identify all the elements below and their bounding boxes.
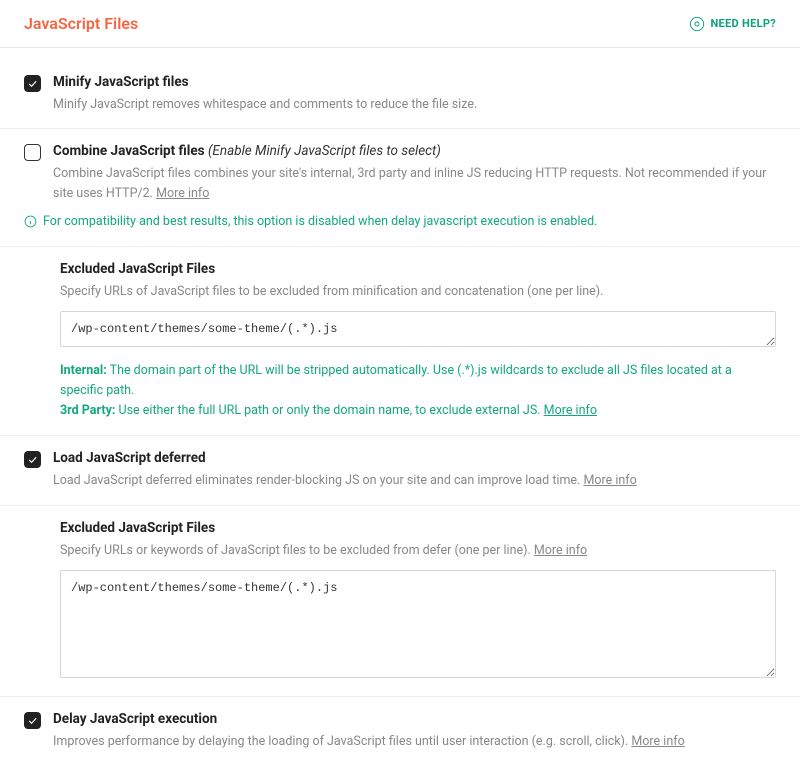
info-icon <box>24 215 37 228</box>
minify-js-title: Minify JavaScript files <box>53 74 776 90</box>
excluded-minify-desc: Specify URLs of JavaScript files to be e… <box>60 282 776 301</box>
defer-js-desc: Load JavaScript deferred eliminates rend… <box>53 471 776 490</box>
defer-js-checkbox[interactable] <box>24 451 41 468</box>
delay-js-checkbox[interactable] <box>24 712 41 729</box>
help-icon <box>689 16 705 32</box>
excluded-minify-textarea[interactable] <box>60 311 776 347</box>
excluded-minify-more-info-link[interactable]: More info <box>544 403 597 418</box>
minify-js-desc: Minify JavaScript removes whitespace and… <box>53 95 776 114</box>
page-title: JavaScript Files <box>24 14 138 33</box>
excluded-minify-third-label: 3rd Party: <box>60 403 115 418</box>
combine-js-hint: (Enable Minify JavaScript files to selec… <box>208 143 441 159</box>
need-help-label: NEED HELP? <box>711 17 777 30</box>
excluded-defer-textarea[interactable] <box>60 570 776 678</box>
delay-js-desc: Improves performance by delaying the loa… <box>53 732 776 751</box>
delay-more-info-link[interactable]: More info <box>631 734 684 749</box>
excluded-minify-internal-label: Internal: <box>60 363 107 378</box>
excluded-defer-desc: Specify URLs or keywords of JavaScript f… <box>60 541 776 560</box>
minify-js-checkbox[interactable] <box>24 75 41 92</box>
excluded-minify-title: Excluded JavaScript Files <box>60 261 776 277</box>
combine-js-checkbox[interactable] <box>24 144 41 161</box>
need-help-link[interactable]: NEED HELP? <box>689 16 777 32</box>
combine-js-title: Combine JavaScript files (Enable Minify … <box>53 143 776 159</box>
excluded-minify-internal-text: The domain part of the URL will be strip… <box>60 363 732 398</box>
combine-more-info-link[interactable]: More info <box>156 186 209 201</box>
excluded-defer-title: Excluded JavaScript Files <box>60 520 776 536</box>
excluded-defer-more-info-link[interactable]: More info <box>534 543 587 558</box>
defer-js-title: Load JavaScript deferred <box>53 450 776 466</box>
defer-more-info-link[interactable]: More info <box>583 473 636 488</box>
excluded-minify-third-text: Use either the full URL path or only the… <box>119 403 541 418</box>
combine-notice-text: For compatibility and best results, this… <box>43 213 597 232</box>
delay-js-title: Delay JavaScript execution <box>53 711 776 727</box>
combine-js-desc: Combine JavaScript files combines your s… <box>53 164 776 203</box>
